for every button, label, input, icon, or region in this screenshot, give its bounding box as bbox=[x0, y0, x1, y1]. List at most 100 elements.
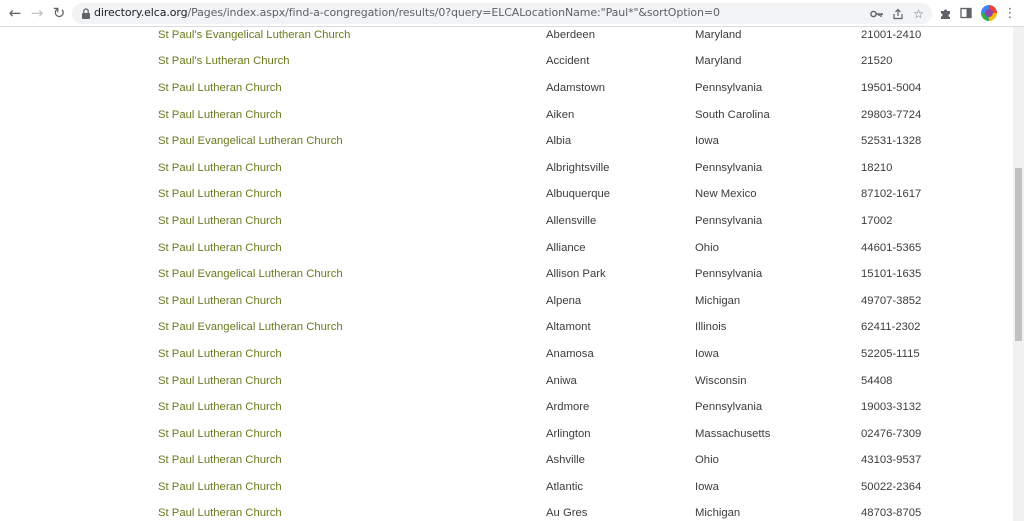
star-icon[interactable]: ☆ bbox=[910, 5, 927, 22]
state-cell: Pennsylvania bbox=[695, 161, 763, 174]
city-cell: Anamosa bbox=[546, 347, 594, 360]
congregation-link[interactable]: St Paul's Evangelical Lutheran Church bbox=[158, 29, 350, 41]
puzzle-icon[interactable] bbox=[936, 4, 954, 22]
state-cell: Michigan bbox=[695, 507, 741, 520]
zip-cell: 19501-5004 bbox=[861, 81, 922, 94]
row-spacer bbox=[0, 261, 158, 288]
congregation-link[interactable]: St Paul Lutheran Church bbox=[158, 348, 282, 360]
congregation-name-cell: St Paul Lutheran Church bbox=[158, 341, 546, 368]
congregation-link[interactable]: St Paul Lutheran Church bbox=[158, 507, 282, 519]
row-spacer bbox=[0, 181, 158, 208]
congregation-name-cell: St Paul Lutheran Church bbox=[158, 208, 546, 235]
congregation-link[interactable]: St Paul Evangelical Lutheran Church bbox=[158, 268, 343, 280]
result-row: St Paul Lutheran Church Alpena Michigan 497… bbox=[0, 287, 1013, 314]
row-spacer bbox=[0, 287, 158, 314]
row-spacer bbox=[0, 154, 158, 181]
zip-cell: 52205-1115 bbox=[861, 347, 920, 360]
city-cell: Ashville bbox=[546, 454, 585, 467]
city-cell: Alliance bbox=[546, 241, 586, 254]
congregation-link[interactable]: St Paul Lutheran Church bbox=[158, 82, 282, 94]
profile-avatar-icon[interactable] bbox=[981, 5, 997, 21]
zip-cell: 49707-3852 bbox=[861, 294, 922, 307]
congregation-name-cell: St Paul Lutheran Church bbox=[158, 420, 546, 447]
city-cell: Altamont bbox=[546, 321, 591, 334]
congregation-name-cell: St Paul Lutheran Church bbox=[158, 181, 546, 208]
state-cell: South Carolina bbox=[695, 108, 770, 121]
city-cell: Adamstown bbox=[546, 81, 606, 94]
key-icon[interactable] bbox=[868, 5, 885, 22]
zip-cell: 50022-2364 bbox=[861, 480, 922, 493]
zip-cell: 21001-2410 bbox=[861, 28, 922, 41]
result-row: St Paul Lutheran Church Ashville Ohio 43103… bbox=[0, 447, 1013, 474]
city-cell: Albia bbox=[546, 135, 572, 148]
result-row: St Paul Lutheran Church Adamstown Pennsylv… bbox=[0, 75, 1013, 102]
congregation-link[interactable]: St Paul Lutheran Church bbox=[158, 215, 282, 227]
address-bar[interactable]: directory.elca.org/Pages/index.aspx/find… bbox=[72, 3, 932, 24]
state-cell: Maryland bbox=[695, 55, 742, 68]
url-host: directory.elca.org bbox=[94, 6, 188, 19]
congregation-link[interactable]: St Paul Lutheran Church bbox=[158, 188, 282, 200]
state-cell: New Mexico bbox=[695, 188, 757, 201]
forward-arrow-icon[interactable]: → bbox=[27, 4, 47, 22]
congregation-link[interactable]: St Paul's Lutheran Church bbox=[158, 55, 290, 67]
result-row: St Paul Lutheran Church Allensville Pennsy… bbox=[0, 208, 1013, 235]
url-text[interactable]: directory.elca.org/Pages/index.aspx/find… bbox=[94, 6, 720, 19]
row-spacer bbox=[0, 367, 158, 394]
lock-icon[interactable] bbox=[80, 7, 92, 20]
congregation-link[interactable]: St Paul Evangelical Lutheran Church bbox=[158, 135, 343, 147]
congregation-name-cell: St Paul's Lutheran Church bbox=[158, 48, 546, 75]
congregation-link[interactable]: St Paul Lutheran Church bbox=[158, 295, 282, 307]
state-cell: Massachusetts bbox=[695, 427, 771, 440]
city-cell: Alpena bbox=[546, 294, 582, 307]
congregation-link[interactable]: St Paul Lutheran Church bbox=[158, 401, 282, 413]
zip-cell: 17002 bbox=[861, 214, 893, 227]
congregation-results-table: St Paul's Evangelical Lutheran Church Abe… bbox=[0, 27, 1013, 521]
share-icon[interactable] bbox=[889, 5, 906, 22]
congregation-name-cell: St Paul Evangelical Lutheran Church bbox=[158, 128, 546, 155]
zip-cell: 44601-5365 bbox=[861, 241, 922, 254]
state-cell: Illinois bbox=[695, 321, 727, 334]
result-row: St Paul Evangelical Lutheran Church Allis… bbox=[0, 261, 1013, 288]
zip-cell: 15101-1635 bbox=[861, 268, 922, 281]
congregation-link[interactable]: St Paul Lutheran Church bbox=[158, 162, 282, 174]
scrollbar-thumb[interactable] bbox=[1015, 168, 1022, 341]
city-cell: Allison Park bbox=[546, 268, 606, 281]
row-spacer bbox=[0, 500, 158, 521]
result-row: St Paul Lutheran Church Atlantic Iowa 50022… bbox=[0, 474, 1013, 501]
result-row: St Paul Lutheran Church Aniwa Wisconsin 544… bbox=[0, 367, 1013, 394]
congregation-link[interactable]: St Paul Lutheran Church bbox=[158, 375, 282, 387]
congregation-link[interactable]: St Paul Lutheran Church bbox=[158, 481, 282, 493]
zip-cell: 52531-1328 bbox=[861, 135, 922, 148]
row-spacer bbox=[0, 48, 158, 75]
row-spacer bbox=[0, 341, 158, 368]
result-row: St Paul Lutheran Church Albrightsville Pen… bbox=[0, 154, 1013, 181]
state-cell: Pennsylvania bbox=[695, 81, 763, 94]
kebab-menu-icon[interactable]: ⋮ bbox=[1001, 4, 1019, 22]
state-cell: Pennsylvania bbox=[695, 401, 763, 414]
congregation-name-cell: St Paul Lutheran Church bbox=[158, 101, 546, 128]
city-cell: Arlington bbox=[546, 427, 591, 440]
reload-icon[interactable]: ↻ bbox=[49, 4, 69, 22]
congregation-name-cell: St Paul Lutheran Church bbox=[158, 75, 546, 102]
back-arrow-icon[interactable]: ← bbox=[5, 4, 25, 22]
city-cell: Ardmore bbox=[546, 401, 590, 414]
congregation-link[interactable]: St Paul Evangelical Lutheran Church bbox=[158, 321, 343, 333]
state-cell: Michigan bbox=[695, 294, 741, 307]
result-row: St Paul Lutheran Church Albuquerque New Me… bbox=[0, 181, 1013, 208]
zip-cell: 87102-1617 bbox=[861, 188, 922, 201]
congregation-link[interactable]: St Paul Lutheran Church bbox=[158, 454, 282, 466]
congregation-link[interactable]: St Paul Lutheran Church bbox=[158, 428, 282, 440]
vertical-scrollbar[interactable] bbox=[1013, 27, 1024, 521]
result-row: St Paul Lutheran Church Anamosa Iowa 52205-… bbox=[0, 341, 1013, 368]
city-cell: Aiken bbox=[546, 108, 575, 121]
congregation-link[interactable]: St Paul Lutheran Church bbox=[158, 109, 282, 121]
city-cell: Albrightsville bbox=[546, 161, 610, 174]
side-panel-icon[interactable] bbox=[957, 4, 975, 22]
congregation-name-cell: St Paul Lutheran Church bbox=[158, 447, 546, 474]
row-spacer bbox=[0, 27, 158, 48]
city-cell: Allensville bbox=[546, 214, 597, 227]
congregation-link[interactable]: St Paul Lutheran Church bbox=[158, 242, 282, 254]
congregation-name-cell: St Paul Lutheran Church bbox=[158, 394, 546, 421]
result-row: St Paul Evangelical Lutheran Church Altam… bbox=[0, 314, 1013, 341]
state-cell: Iowa bbox=[695, 135, 719, 148]
